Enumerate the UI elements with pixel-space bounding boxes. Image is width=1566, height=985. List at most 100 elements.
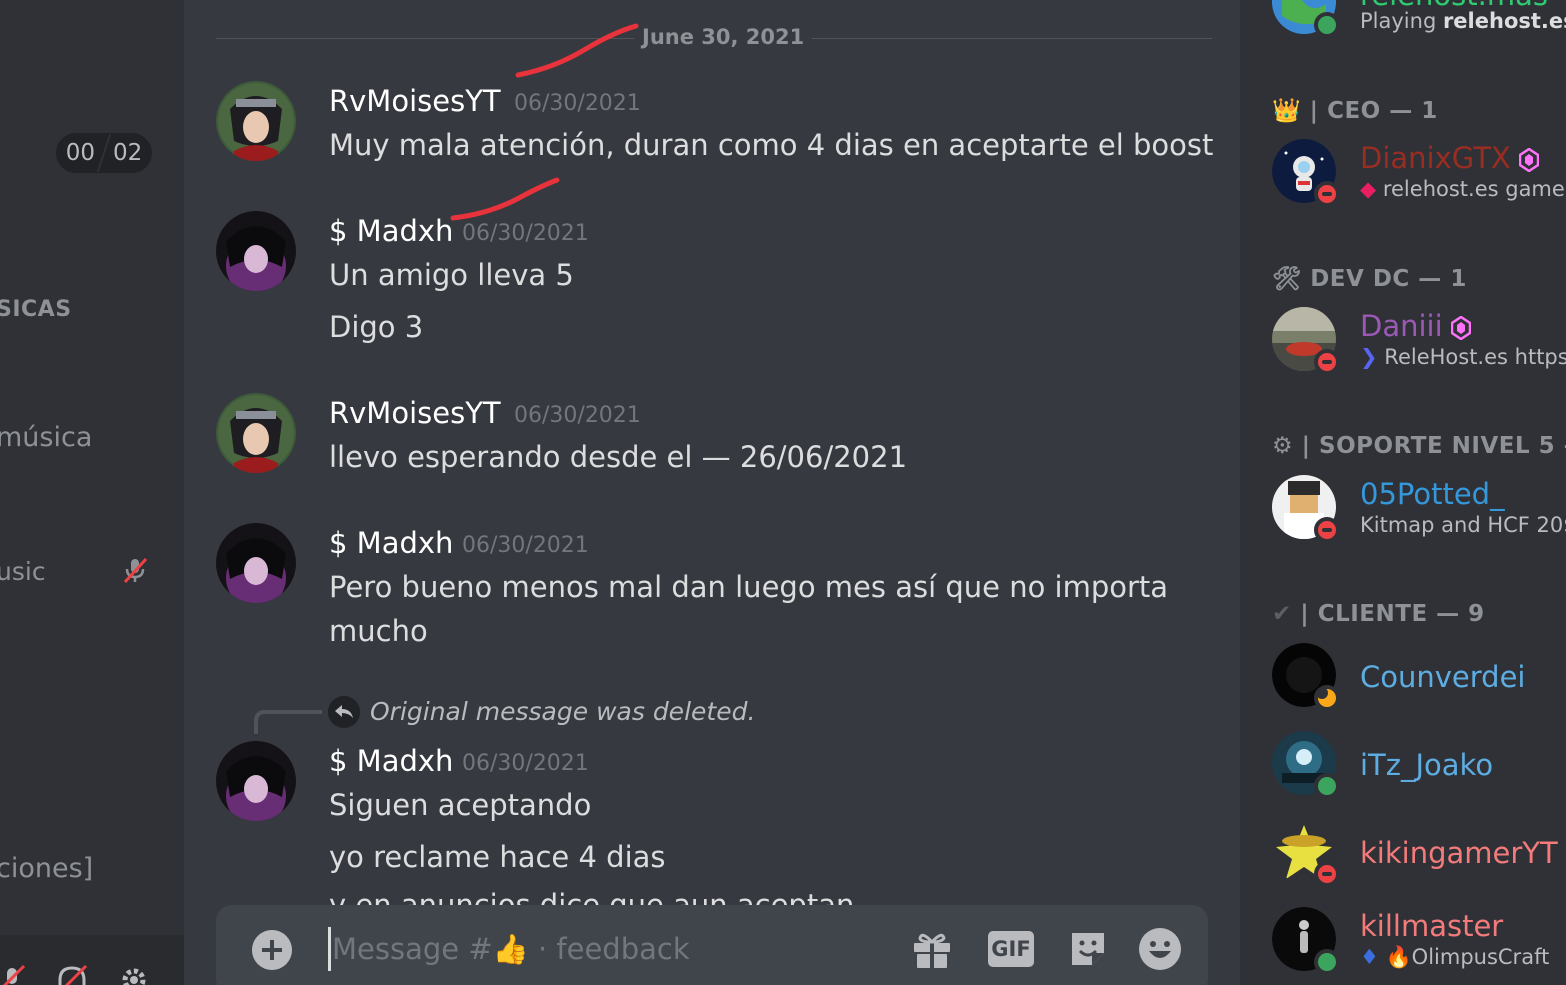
- settings-gear-icon[interactable]: [116, 962, 152, 985]
- status-dnd-indicator: [1314, 861, 1340, 887]
- channel-musica[interactable]: música: [0, 422, 92, 453]
- member-name-kikingameryt[interactable]: kikingamerYT: [1360, 836, 1558, 870]
- sticker-icon[interactable]: [1066, 927, 1110, 971]
- reply-connector: [254, 710, 322, 734]
- message-timestamp: 06/30/2021: [462, 221, 589, 246]
- gif-button[interactable]: GIF: [988, 931, 1034, 967]
- emoji-picker-icon[interactable]: [1138, 927, 1182, 971]
- chat-area: June 30, 2021 RvMoisesYT 06/30/2021 Muy …: [184, 0, 1240, 985]
- member-name-05potted[interactable]: 05Potted_: [1360, 477, 1505, 511]
- placeholder-prefix: Message #: [332, 932, 493, 966]
- avatar-madxh[interactable]: [216, 211, 296, 291]
- avatar-image: [216, 393, 296, 473]
- message-text: mucho: [329, 614, 428, 648]
- mic-muted-icon[interactable]: [0, 962, 30, 985]
- avatar-image: [216, 211, 296, 291]
- message-text: Digo 3: [329, 310, 424, 344]
- voice-timer-separator: [96, 134, 112, 172]
- discord-window: 00 02 SICAS música usic ciones] June 30,…: [0, 0, 1566, 985]
- message-input[interactable]: Message #👍 · feedback: [332, 932, 690, 967]
- avatar-rvmoisesyt[interactable]: [216, 81, 296, 161]
- status-online-indicator: [1314, 949, 1340, 975]
- status-online-indicator: [1314, 773, 1340, 799]
- muted-mic-icon: [123, 557, 148, 584]
- nitro-boost-icon: [1450, 316, 1471, 340]
- message-author[interactable]: $ Madxh: [329, 744, 453, 778]
- message-timestamp: 06/30/2021: [462, 751, 589, 776]
- voice-timer-pill: 00 02: [56, 133, 152, 173]
- member-name-text: kikingamerYT: [1360, 836, 1558, 870]
- activity-text: 🔥OlimpusCraft: [1385, 945, 1550, 969]
- activity-game: relehost.es: [1442, 9, 1566, 33]
- member-name-daniii[interactable]: Daniii: [1360, 309, 1471, 343]
- attach-plus-icon[interactable]: [252, 930, 292, 970]
- placeholder-suffix: · feedback: [537, 932, 690, 966]
- headphones-muted-icon[interactable]: [54, 962, 90, 985]
- avatar-madxh[interactable]: [216, 741, 296, 821]
- member-name-killmaster[interactable]: killmaster: [1360, 909, 1503, 943]
- role-label: | SOPORTE NIVEL 5 —: [1301, 433, 1566, 459]
- status-idle-indicator: [1314, 685, 1340, 711]
- message-author[interactable]: $ Madxh: [329, 526, 453, 560]
- message-timestamp: 06/30/2021: [514, 91, 641, 116]
- message-author[interactable]: $ Madxh: [329, 214, 453, 248]
- hammer-wrench-icon: 🛠: [1272, 266, 1302, 292]
- member-name-text: killmaster: [1360, 909, 1504, 943]
- message-timestamp: 06/30/2021: [462, 533, 589, 558]
- member-name-text: iTz_Joako: [1360, 748, 1494, 782]
- role-label: | CLIENTE — 9: [1300, 601, 1485, 627]
- nitro-boost-icon: [1518, 148, 1539, 172]
- message-text: Un amigo lleva 5: [329, 258, 574, 292]
- message-author[interactable]: RvMoisesYT: [329, 84, 501, 118]
- avatar-image: [216, 523, 296, 603]
- member-list: relehost.mas Playing relehost.es 👑 | CEO…: [1240, 0, 1566, 985]
- channel-category-label[interactable]: SICAS: [0, 297, 72, 322]
- date-divider: June 30, 2021: [634, 25, 813, 49]
- gear-icon: ⚙: [1272, 433, 1294, 459]
- role-label: DEV DC — 1: [1310, 266, 1467, 292]
- message-composer[interactable]: Message #👍 · feedback GIF: [216, 905, 1208, 985]
- crown-icon: 👑: [1272, 98, 1302, 124]
- message-text: Muy mala atención, duran como 4 dias en …: [329, 128, 1214, 162]
- red-annotation-stroke: [450, 177, 560, 221]
- channel-sidebar: 00 02 SICAS música usic ciones]: [0, 0, 184, 985]
- status-dnd-indicator: [1314, 517, 1340, 543]
- message-text: yo reclame hace 4 dias: [329, 840, 666, 874]
- message-text: Pero bueno menos mal dan luego mes así q…: [329, 570, 1169, 604]
- member-activity: ❯ ReleHost.es https: [1360, 345, 1566, 369]
- role-header-soporte: ⚙ | SOPORTE NIVEL 5 —: [1272, 433, 1566, 459]
- member-name-text: 05Potted_: [1360, 477, 1505, 511]
- checkmark-icon: ✔: [1272, 601, 1292, 627]
- message-text: Siguen aceptando: [329, 788, 592, 822]
- avatar-madxh[interactable]: [216, 523, 296, 603]
- avatar-rvmoisesyt[interactable]: [216, 393, 296, 473]
- member-activity: ♦ 🔥OlimpusCraft: [1360, 945, 1549, 970]
- member-name-text: DianixGTX: [1360, 141, 1511, 175]
- gift-icon[interactable]: [910, 927, 954, 971]
- channel-music[interactable]: usic: [0, 557, 46, 586]
- red-annotation-stroke: [515, 23, 639, 78]
- blue-flame-icon: ♦: [1360, 945, 1379, 969]
- member-name-counverdei[interactable]: Counverdei: [1360, 660, 1525, 694]
- thumbs-up-emoji: 👍: [492, 932, 529, 966]
- channel-ciones[interactable]: ciones]: [0, 853, 93, 884]
- reply-deleted-notice[interactable]: Original message was deleted.: [370, 697, 755, 726]
- text-caret: [328, 927, 331, 971]
- member-name-dianixgtx[interactable]: DianixGTX: [1360, 141, 1539, 175]
- chevron-right-icon: ❯: [1360, 345, 1378, 369]
- member-name-itz-joako[interactable]: iTz_Joako: [1360, 748, 1493, 782]
- member-name-text: Daniii: [1360, 309, 1443, 343]
- voice-timer-right: 02: [113, 140, 143, 166]
- avatar-image: [216, 81, 296, 161]
- role-header-ceo: 👑 | CEO — 1: [1272, 97, 1438, 124]
- member-name-text: Counverdei: [1360, 660, 1526, 694]
- gem-icon: ◆: [1360, 177, 1377, 201]
- activity-text: relehost.es game: [1382, 177, 1565, 201]
- role-header-cliente: ✔ | CLIENTE — 9: [1272, 601, 1485, 627]
- member-activity: Playing relehost.es: [1360, 9, 1566, 33]
- message-author[interactable]: RvMoisesYT: [329, 396, 501, 430]
- reply-arrow-icon: [328, 696, 360, 728]
- role-label: | CEO — 1: [1309, 98, 1438, 124]
- member-activity: Kitmap and HCF 20$: [1360, 513, 1566, 537]
- status-online-indicator: [1314, 12, 1340, 38]
